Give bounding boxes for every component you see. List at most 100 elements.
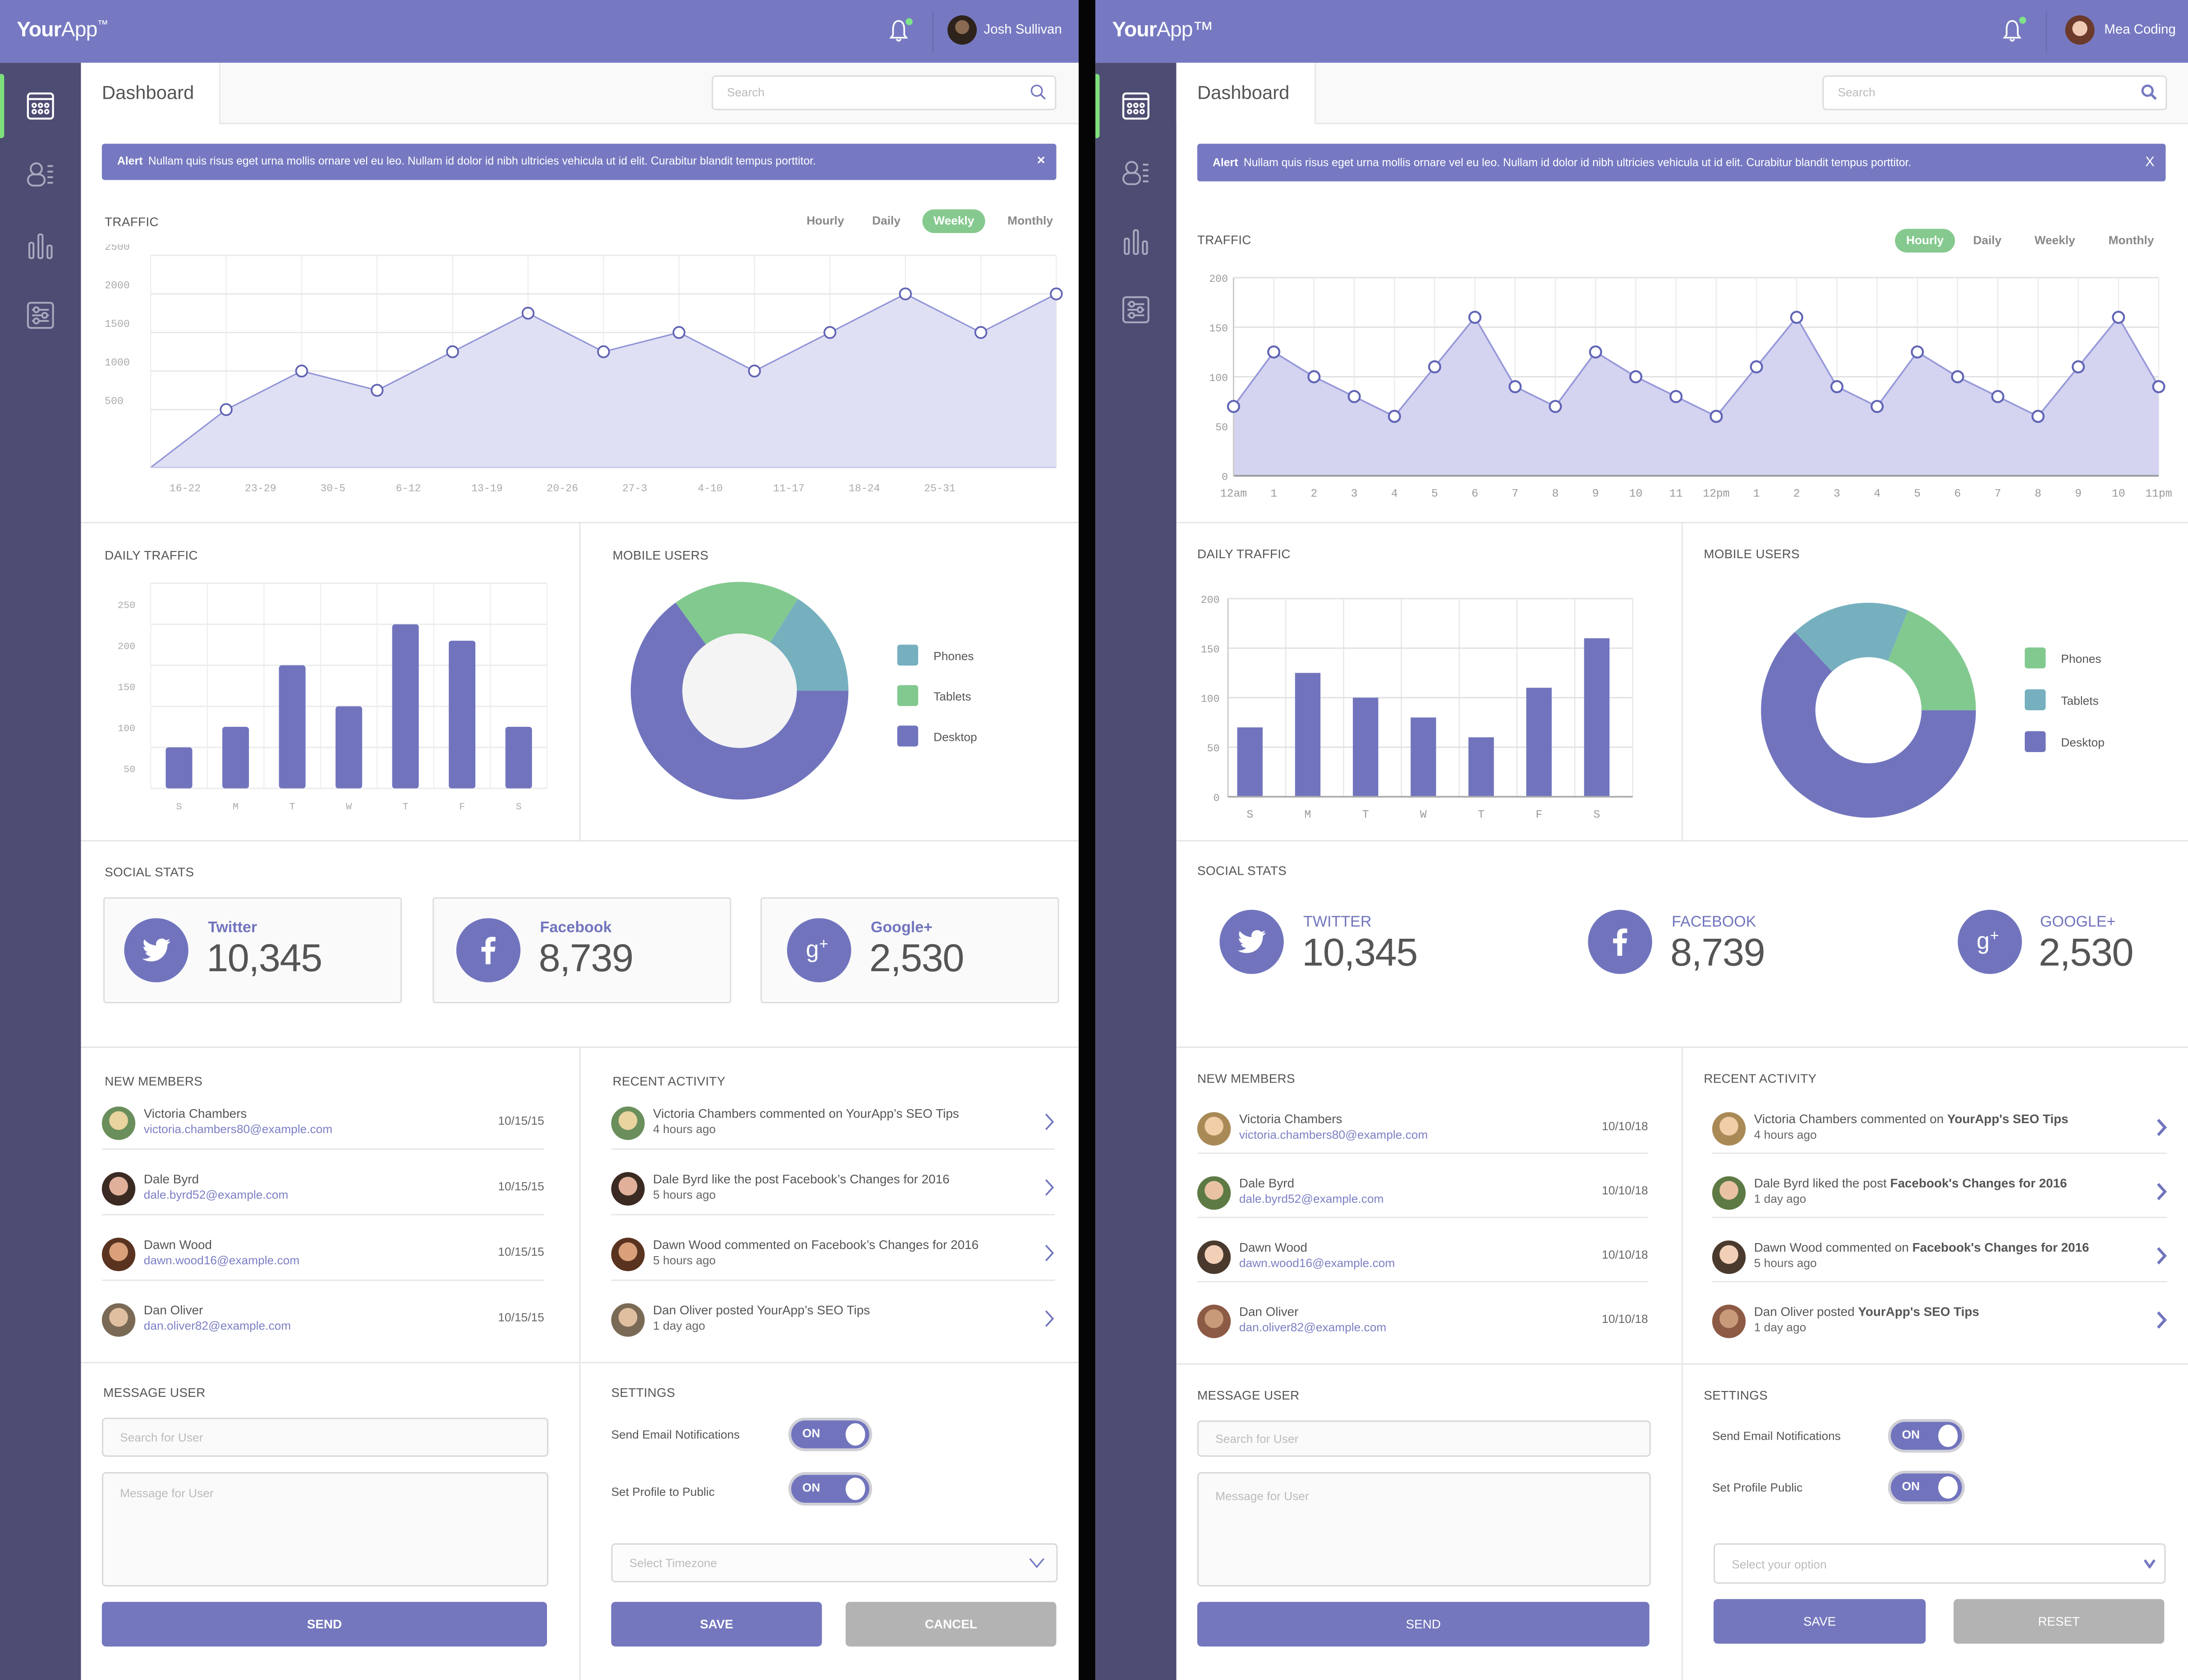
reset-button[interactable]: RESET: [1954, 1599, 2165, 1644]
activity-post-link[interactable]: Facebook's Changes for 2016: [1890, 1176, 2067, 1190]
x-tick-label: 12pm: [1703, 488, 1729, 500]
activity-post-link[interactable]: Facebook's Changes for 2016: [1912, 1240, 2089, 1254]
message-textarea[interactable]: Message for User: [1197, 1472, 1651, 1587]
member-email[interactable]: dan.oliver82@example.com: [144, 1318, 291, 1332]
chevron-right-icon[interactable]: [1044, 1178, 1055, 1197]
bell-icon[interactable]: [2002, 18, 2022, 43]
activity-row[interactable]: Dawn Wood commented on Facebook’s Change…: [611, 1237, 1055, 1302]
section-divider: [1176, 840, 2188, 842]
chevron-right-icon[interactable]: [2156, 1310, 2167, 1330]
activity-row[interactable]: Dan Oliver posted YourApp's SEO Tips 1 d…: [1712, 1304, 2167, 1369]
activity-post-link[interactable]: YourApp's SEO Tips: [1947, 1112, 2068, 1126]
activity-row[interactable]: Dale Byrd like the post Facebook’s Chang…: [611, 1172, 1055, 1236]
close-icon[interactable]: X: [2145, 144, 2155, 182]
member-email[interactable]: victoria.chambers80@example.com: [144, 1122, 333, 1136]
member-row[interactable]: Victoria Chambers victoria.chambers80@ex…: [101, 1106, 544, 1170]
save-button[interactable]: SAVE: [611, 1602, 822, 1647]
range-tab-daily[interactable]: Daily: [1962, 229, 2013, 253]
timezone-select[interactable]: Select Timezone: [611, 1543, 1058, 1583]
activity-row[interactable]: Victoria Chambers commented on YourApp's…: [1712, 1112, 2167, 1176]
send-button[interactable]: SEND: [101, 1602, 547, 1647]
search-input[interactable]: Search: [1822, 75, 2167, 110]
user-avatar[interactable]: [947, 15, 977, 45]
sidebar-item-reports[interactable]: [1095, 209, 1176, 273]
sidebar-item-dashboard[interactable]: [1095, 74, 1176, 138]
social-card-facebook[interactable]: Facebook 8,739: [432, 897, 731, 1004]
option-select[interactable]: Select your option: [1713, 1543, 2166, 1584]
sidebar-item-settings[interactable]: [1095, 278, 1176, 342]
member-join-date: 10/10/18: [1602, 1183, 1648, 1198]
member-email[interactable]: dawn.wood16@example.com: [1239, 1256, 1395, 1270]
message-textarea[interactable]: Message for User: [101, 1472, 549, 1587]
range-tab-monthly[interactable]: Monthly: [996, 209, 1064, 233]
range-tab-weekly[interactable]: Weekly: [922, 209, 986, 233]
x-tick-label: 6-12: [396, 482, 421, 494]
member-email[interactable]: dale.byrd52@example.com: [1239, 1192, 1384, 1206]
activity-row[interactable]: Victoria Chambers commented on YourApp’s…: [611, 1106, 1055, 1170]
activity-row[interactable]: Dale Byrd liked the post Facebook's Chan…: [1712, 1176, 2167, 1240]
chevron-right-icon[interactable]: [1044, 1309, 1055, 1328]
sidebar-item-settings[interactable]: [0, 283, 81, 347]
social-card-googleplus[interactable]: g + GOOGLE+ 2,530: [1958, 909, 2188, 1013]
member-email[interactable]: victoria.chambers80@example.com: [1239, 1128, 1428, 1142]
range-tab-daily[interactable]: Daily: [861, 209, 911, 233]
user-avatar[interactable]: [2065, 15, 2095, 45]
member-email[interactable]: dawn.wood16@example.com: [144, 1253, 299, 1267]
member-row[interactable]: Victoria Chambers victoria.chambers80@ex…: [1197, 1112, 1648, 1176]
sidebar-item-users[interactable]: [1095, 141, 1176, 205]
activity-row[interactable]: Dan Oliver posted YourApp’s SEO Tips 1 d…: [611, 1303, 1055, 1367]
chevron-right-icon[interactable]: [1044, 1112, 1055, 1131]
member-row[interactable]: Dawn Wood dawn.wood16@example.com 10/15/…: [101, 1237, 544, 1302]
send-button[interactable]: SEND: [1197, 1602, 1650, 1647]
member-email[interactable]: dale.byrd52@example.com: [144, 1188, 289, 1202]
chevron-right-icon[interactable]: [2156, 1182, 2167, 1201]
search-input[interactable]: Search: [712, 75, 1057, 110]
app-logo[interactable]: YourApp™: [17, 18, 108, 42]
profile-public-toggle[interactable]: ON: [1890, 1473, 1962, 1501]
cancel-button[interactable]: CANCEL: [846, 1602, 1057, 1647]
tab-dashboard[interactable]: Dashboard: [1176, 63, 1316, 124]
tab-dashboard[interactable]: Dashboard: [81, 63, 221, 124]
sidebar-item-reports[interactable]: [0, 213, 81, 277]
member-row[interactable]: Dawn Wood dawn.wood16@example.com 10/10/…: [1197, 1240, 1648, 1304]
chevron-right-icon[interactable]: [1044, 1243, 1055, 1262]
range-tab-hourly[interactable]: Hourly: [1895, 229, 1955, 253]
user-name[interactable]: Mea Coding: [2104, 23, 2176, 38]
social-card-googleplus[interactable]: g + Google+ 2,530: [760, 897, 1059, 1004]
user-name[interactable]: Josh Sullivan: [984, 23, 1062, 38]
data-point: [2031, 409, 2045, 423]
app-logo[interactable]: YourApp™: [1112, 18, 1214, 42]
chevron-right-icon[interactable]: [2156, 1246, 2167, 1266]
member-email[interactable]: dan.oliver82@example.com: [1239, 1320, 1386, 1334]
chevron-right-icon[interactable]: [2156, 1118, 2167, 1137]
range-tab-monthly[interactable]: Monthly: [2097, 229, 2165, 253]
social-card-twitter[interactable]: TWITTER 10,345: [1219, 909, 1499, 1013]
member-row[interactable]: Dan Oliver dan.oliver82@example.com 10/1…: [1197, 1304, 1648, 1369]
search-user-input[interactable]: Search for User: [101, 1418, 549, 1457]
x-tick-label: S: [1246, 808, 1253, 821]
close-icon[interactable]: ×: [1037, 144, 1045, 180]
member-row[interactable]: Dale Byrd dale.byrd52@example.com 10/10/…: [1197, 1176, 1648, 1240]
traffic-range-tabs: Hourly Daily Weekly Monthly: [795, 209, 1061, 233]
y-tick-label: 50: [124, 764, 135, 775]
activity-post-link[interactable]: YourApp's SEO Tips: [1858, 1305, 1979, 1319]
save-button[interactable]: SAVE: [1713, 1599, 1926, 1644]
data-point: [521, 307, 535, 320]
search-user-input[interactable]: Search for User: [1197, 1420, 1651, 1457]
range-tab-weekly[interactable]: Weekly: [2023, 229, 2087, 253]
email-notifications-toggle[interactable]: ON: [791, 1420, 869, 1449]
member-row[interactable]: Dan Oliver dan.oliver82@example.com 10/1…: [101, 1303, 544, 1367]
sidebar-item-dashboard[interactable]: [0, 74, 81, 138]
email-notifications-toggle[interactable]: ON: [1890, 1422, 1962, 1450]
member-row[interactable]: Dale Byrd dale.byrd52@example.com 10/15/…: [101, 1172, 544, 1236]
range-tab-hourly[interactable]: Hourly: [795, 209, 855, 233]
activity-row[interactable]: Dawn Wood commented on Facebook's Change…: [1712, 1240, 2167, 1304]
profile-public-toggle[interactable]: ON: [791, 1475, 869, 1503]
search-icon[interactable]: [1030, 84, 1047, 101]
facebook-f-icon: [481, 936, 496, 964]
social-card-facebook[interactable]: FACEBOOK 8,739: [1588, 909, 1867, 1013]
data-point: [1629, 370, 1642, 384]
search-icon[interactable]: [2141, 84, 2157, 101]
sidebar-item-users[interactable]: [0, 142, 81, 207]
social-card-twitter[interactable]: Twitter 10,345: [103, 897, 402, 1004]
